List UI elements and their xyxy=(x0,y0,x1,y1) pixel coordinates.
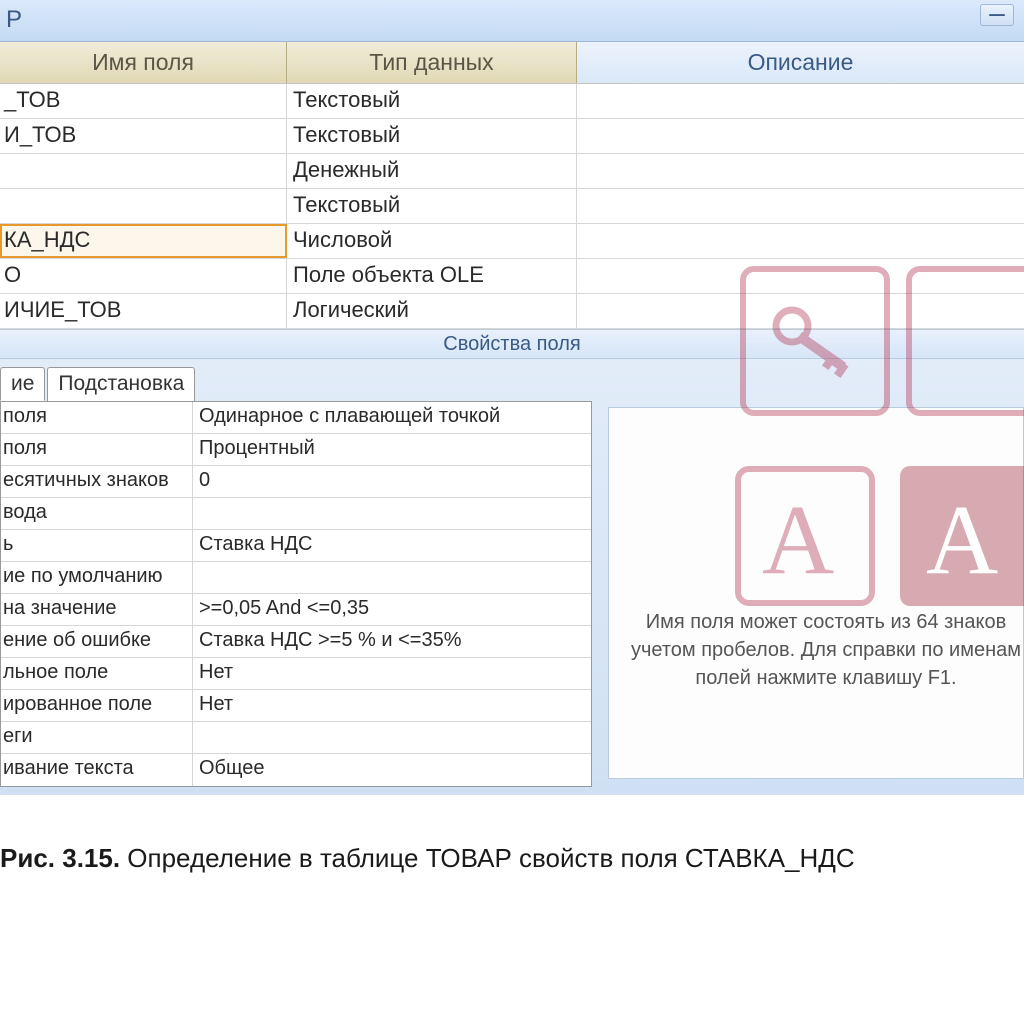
property-label: на значение xyxy=(1,594,193,625)
field-name-cell[interactable] xyxy=(0,189,287,223)
figure-caption: Рис. 3.15. Определение в таблице ТОВАР с… xyxy=(0,795,1024,882)
field-type-cell[interactable]: Логический xyxy=(287,294,577,328)
table-row[interactable]: Текстовый xyxy=(0,189,1024,224)
field-desc-cell[interactable] xyxy=(577,259,1024,293)
field-desc-cell[interactable] xyxy=(577,189,1024,223)
property-label: еги xyxy=(1,722,193,753)
table-row[interactable]: КА_НДСЧисловой xyxy=(0,224,1024,259)
property-value[interactable]: Нет xyxy=(193,690,591,721)
field-name-cell[interactable]: ИЧИЕ_ТОВ xyxy=(0,294,287,328)
field-type-cell[interactable]: Текстовый xyxy=(287,84,577,118)
fields-grid: _ТОВТекстовыйИ_ТОВТекстовыйДенежныйТекст… xyxy=(0,84,1024,329)
titlebar-text: Р xyxy=(6,6,22,34)
section-separator: Свойства поля xyxy=(0,329,1024,359)
property-row[interactable]: на значение>=0,05 And <=0,35 xyxy=(1,594,591,626)
property-row[interactable]: поляОдинарное с плавающей точкой xyxy=(1,402,591,434)
field-name-cell[interactable]: О xyxy=(0,259,287,293)
help-text: Имя поля может состоять из 64 знаков уче… xyxy=(629,608,1023,692)
table-row[interactable]: ИЧИЕ_ТОВЛогический xyxy=(0,294,1024,329)
property-label: льное поле xyxy=(1,658,193,689)
property-label: вода xyxy=(1,498,193,529)
caption-bold: Рис. 3.15. xyxy=(0,843,120,873)
property-row[interactable]: ивание текстаОбщее xyxy=(1,754,591,786)
property-value[interactable]: Одинарное с плавающей точкой xyxy=(193,402,591,433)
table-row[interactable]: _ТОВТекстовый xyxy=(0,84,1024,119)
field-type-cell[interactable]: Текстовый xyxy=(287,189,577,223)
property-value[interactable] xyxy=(193,722,591,753)
property-label: ивание текста xyxy=(1,754,193,786)
properties-panel: ие Подстановка поляОдинарное с плавающей… xyxy=(0,359,600,795)
field-name-cell[interactable]: КА_НДС xyxy=(0,224,287,258)
field-desc-cell[interactable] xyxy=(577,294,1024,328)
field-name-cell[interactable]: И_ТОВ xyxy=(0,119,287,153)
property-value[interactable] xyxy=(193,562,591,593)
field-name-cell[interactable]: _ТОВ xyxy=(0,84,287,118)
field-desc-cell[interactable] xyxy=(577,154,1024,188)
property-label: ь xyxy=(1,530,193,561)
property-label: поля xyxy=(1,434,193,465)
property-row[interactable]: поляПроцентный xyxy=(1,434,591,466)
caption-text: Определение в таблице ТОВАР свойств поля… xyxy=(120,843,855,873)
field-type-cell[interactable]: Денежный xyxy=(287,154,577,188)
col-header-type[interactable]: Тип данных xyxy=(287,42,577,83)
property-value[interactable]: Процентный xyxy=(193,434,591,465)
columns-header: Имя поля Тип данных Описание xyxy=(0,42,1024,84)
minimize-button[interactable]: – xyxy=(980,4,1014,26)
property-label: ированное поле xyxy=(1,690,193,721)
field-type-cell[interactable]: Поле объекта OLE xyxy=(287,259,577,293)
help-panel: Имя поля может состоять из 64 знаков уче… xyxy=(608,407,1024,779)
property-row[interactable]: ение об ошибкеСтавка НДС >=5 % и <=35% xyxy=(1,626,591,658)
property-label: ие по умолчанию xyxy=(1,562,193,593)
table-row[interactable]: ОПоле объекта OLE xyxy=(0,259,1024,294)
property-row[interactable]: еги xyxy=(1,722,591,754)
property-label: ение об ошибке xyxy=(1,626,193,657)
tabs: ие Подстановка xyxy=(0,367,592,401)
property-row[interactable]: ие по умолчанию xyxy=(1,562,591,594)
property-row[interactable]: вода xyxy=(1,498,591,530)
property-row[interactable]: льное полеНет xyxy=(1,658,591,690)
col-header-name[interactable]: Имя поля xyxy=(0,42,287,83)
property-row[interactable]: ьСтавка НДС xyxy=(1,530,591,562)
tab-general[interactable]: ие xyxy=(0,367,45,401)
property-value[interactable] xyxy=(193,498,591,529)
table-row[interactable]: Денежный xyxy=(0,154,1024,189)
property-value[interactable]: Общее xyxy=(193,754,591,786)
tab-lookup[interactable]: Подстановка xyxy=(47,367,195,401)
property-label: есятичных знаков xyxy=(1,466,193,497)
field-desc-cell[interactable] xyxy=(577,224,1024,258)
col-header-desc[interactable]: Описание xyxy=(577,42,1024,83)
property-value[interactable]: Ставка НДС >=5 % и <=35% xyxy=(193,626,591,657)
property-value[interactable]: >=0,05 And <=0,35 xyxy=(193,594,591,625)
property-value[interactable]: Ставка НДС xyxy=(193,530,591,561)
property-value[interactable]: Нет xyxy=(193,658,591,689)
property-label: поля xyxy=(1,402,193,433)
properties-grid: поляОдинарное с плавающей точкойполяПроц… xyxy=(0,401,592,787)
field-type-cell[interactable]: Текстовый xyxy=(287,119,577,153)
property-row[interactable]: есятичных знаков0 xyxy=(1,466,591,498)
table-row[interactable]: И_ТОВТекстовый xyxy=(0,119,1024,154)
property-value[interactable]: 0 xyxy=(193,466,591,497)
field-desc-cell[interactable] xyxy=(577,119,1024,153)
property-row[interactable]: ированное полеНет xyxy=(1,690,591,722)
titlebar: Р – xyxy=(0,0,1024,42)
field-name-cell[interactable] xyxy=(0,154,287,188)
field-desc-cell[interactable] xyxy=(577,84,1024,118)
field-type-cell[interactable]: Числовой xyxy=(287,224,577,258)
lower-pane: ие Подстановка поляОдинарное с плавающей… xyxy=(0,359,1024,795)
